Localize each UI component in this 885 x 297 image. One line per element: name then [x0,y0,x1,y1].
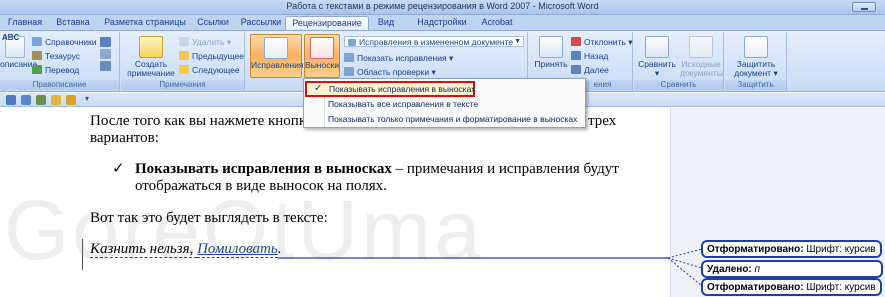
balloon-2-label: Удалено: [707,264,752,275]
connector-2 [667,257,703,269]
menu-item-show-all-inline[interactable]: Показывать все исправления в тексте [304,97,585,111]
balloon-formatted-2[interactable]: Отформатировано: Шрифт: курсив [701,278,882,296]
balloon-formatted-1[interactable]: Отформатировано: Шрифт: курсив [701,240,882,258]
menu-item-label-1: Показывать исправления в выносках [329,84,476,94]
balloon-3-label: Отформатировано: [707,282,804,293]
menu-item-label-2: Показывать все исправления в тексте [328,99,479,109]
menu-item-show-revisions-in-balloons[interactable]: ✓ Показывать исправления в выносках [305,81,476,97]
checkmark-icon: ✓ [314,83,323,94]
menu-item-show-only-comments-formatting[interactable]: Показывать только примечания и форматиро… [304,112,585,126]
balloon-1-value: Шрифт: курсив [806,244,876,255]
balloon-1-label: Отформатировано: [707,244,804,255]
connector-3 [667,257,703,287]
balloon-deleted[interactable]: Удалено: п [701,260,883,278]
balloons-dropdown-menu: ✓ Показывать исправления в выносках Пока… [303,78,586,128]
menu-item-label-3: Показывать только примечания и форматиро… [328,114,578,124]
balloon-2-value: п [754,264,761,275]
connector-1 [667,248,703,259]
balloon-3-value: Шрифт: курсив [806,282,876,293]
